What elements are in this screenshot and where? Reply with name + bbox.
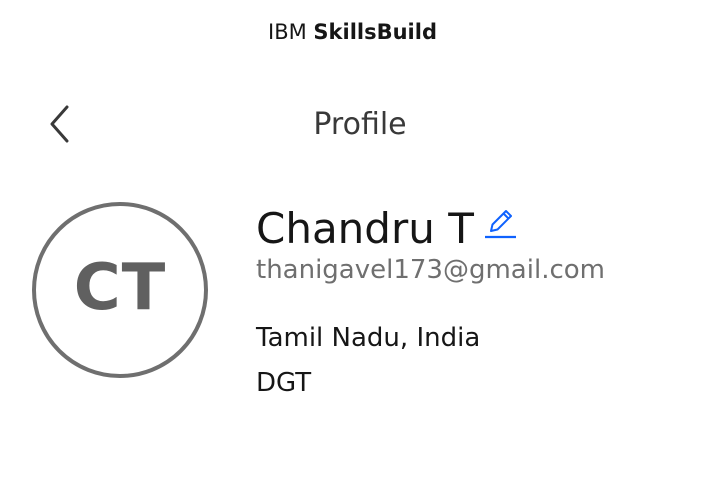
pencil-edit-icon — [485, 210, 516, 239]
brand-logo: IBM SkillsBuild — [0, 18, 705, 46]
edit-profile-button[interactable] — [480, 206, 520, 242]
avatar: CT — [32, 202, 208, 378]
profile-location: Tamil Nadu, India — [256, 323, 481, 353]
page-title: Profile — [313, 107, 407, 142]
avatar-initials: CT — [73, 251, 167, 325]
profile-email: thanigavel173@gmail.com — [256, 255, 605, 285]
brand-ibm-text: IBM — [268, 20, 314, 44]
profile-name: Chandru T — [256, 204, 474, 253]
brand-skillsbuild-text: SkillsBuild — [313, 20, 437, 44]
profile-organization: DGT — [256, 368, 312, 398]
